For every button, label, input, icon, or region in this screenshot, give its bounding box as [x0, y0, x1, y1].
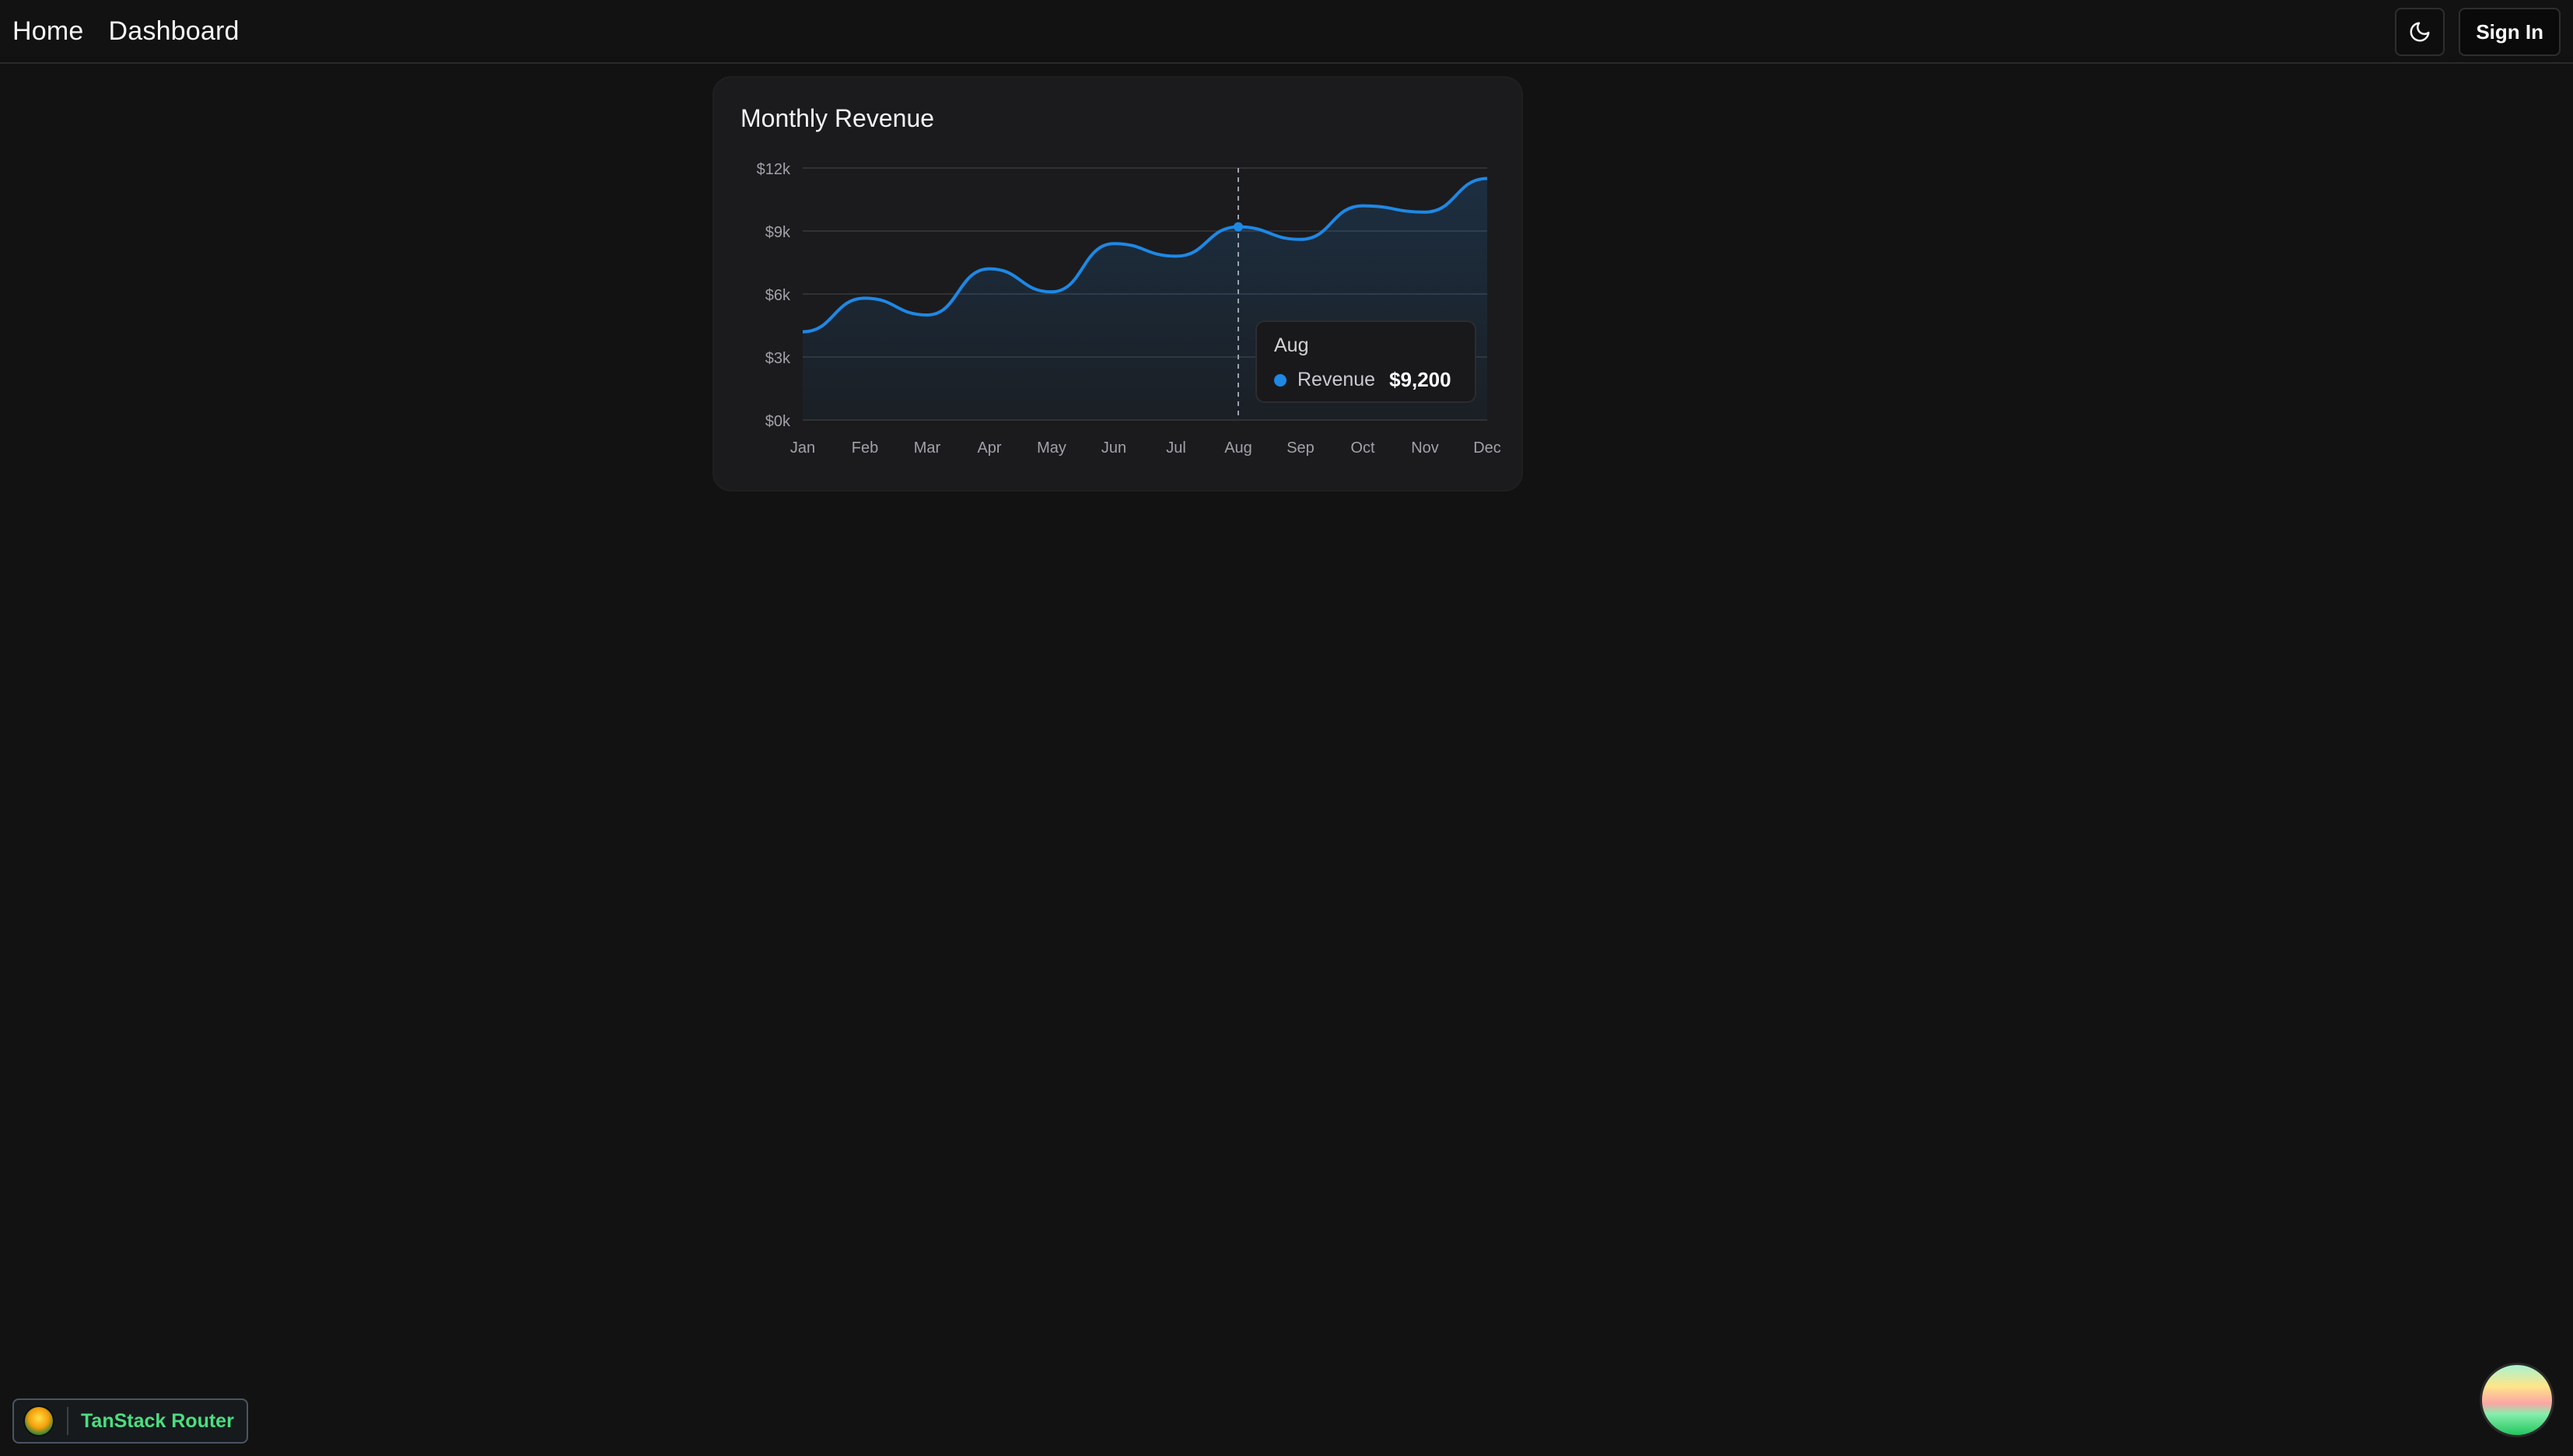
chart-tooltip: Aug Revenue $9,200	[1255, 320, 1476, 403]
divider	[67, 1407, 68, 1435]
y-tick-label: $3k	[765, 350, 791, 367]
y-tick-label: $6k	[765, 287, 791, 304]
y-tick-label: $0k	[765, 413, 791, 430]
router-label: TanStack Router	[81, 1409, 234, 1432]
x-tick-label: Mar	[914, 439, 941, 457]
x-tick-label: May	[1037, 439, 1066, 457]
y-tick-label: $12k	[757, 161, 791, 178]
tooltip-series-label: Revenue	[1297, 369, 1376, 390]
y-tick-label: $9k	[765, 224, 791, 241]
data-point	[1234, 222, 1243, 232]
sign-in-button[interactable]: Sign In	[2459, 8, 2561, 56]
tooltip-row: Revenue $9,200	[1274, 368, 1458, 392]
query-devtools-button[interactable]	[2480, 1363, 2554, 1437]
series-color-dot	[1274, 373, 1286, 387]
revenue-line-chart[interactable]: $0k $3k $6k $9k $12k Jan Feb Mar Apr May Jun Jul Aug…	[714, 78, 1525, 493]
top-actions: Sign In	[2395, 8, 2561, 56]
tanstack-logo-icon	[23, 1405, 54, 1437]
x-tick-label: Oct	[1350, 439, 1375, 457]
tooltip-month: Aug	[1274, 334, 1309, 356]
x-tick-label: Sep	[1286, 439, 1315, 457]
tooltip-value: $9,200	[1389, 368, 1451, 391]
x-tick-label: Feb	[852, 439, 878, 457]
x-tick-label: Jan	[790, 439, 815, 457]
moon-icon	[2410, 22, 2430, 42]
x-tick-label: Jul	[1166, 439, 1186, 457]
x-tick-label: Apr	[977, 439, 1001, 457]
top-navigation-bar: Home Dashboard Sign In	[0, 0, 2573, 64]
x-tick-label: Nov	[1411, 439, 1439, 457]
revenue-chart-card: Monthly Revenue $0k $3k $6k $9k $12k Jan Feb Ma…	[712, 76, 1523, 492]
theme-toggle-button[interactable]	[2395, 8, 2445, 56]
x-tick-label: Aug	[1224, 439, 1252, 457]
x-tick-label: Jun	[1101, 439, 1126, 457]
nav-link-home[interactable]: Home	[12, 16, 84, 47]
nav-link-dashboard[interactable]: Dashboard	[109, 16, 240, 47]
tanstack-router-devtools-button[interactable]: TanStack Router	[12, 1398, 248, 1444]
x-tick-label: Dec	[1473, 439, 1501, 457]
